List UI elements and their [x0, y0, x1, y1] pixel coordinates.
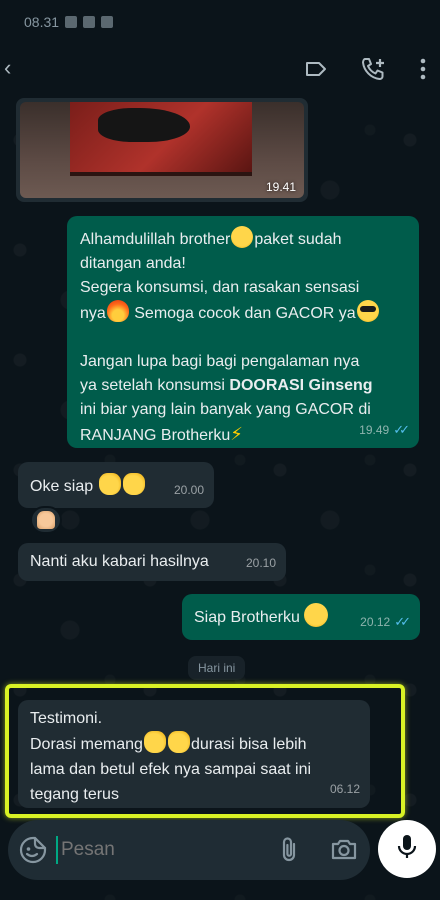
sunglasses-emoji	[356, 300, 379, 322]
incoming-message[interactable]: Nanti aku kabari hasilnya 20.10	[18, 543, 286, 581]
message-line: ditangan anda!	[80, 255, 186, 272]
status-bar: 08.31	[24, 14, 114, 30]
message-time: 19.41	[265, 180, 296, 194]
message-composer	[8, 820, 370, 880]
message-line: nya Semoga cocok dan GACOR ya	[80, 300, 407, 326]
message-line: ya setelah konsumsi DOORASI Ginseng	[80, 377, 373, 394]
message-line: ini biar yang lain banyak yang GACOR di	[80, 401, 371, 418]
date-divider: Hari ini	[188, 656, 246, 680]
notification-icon	[65, 16, 78, 28]
message-meta: 19.49 ✓✓	[359, 418, 410, 442]
reaction-badge[interactable]	[30, 506, 62, 534]
camera-icon[interactable]	[330, 836, 358, 867]
message-text: Siap Brotherku	[194, 609, 300, 626]
microphone-icon	[396, 833, 418, 866]
back-arrow-icon[interactable]: ‹	[4, 57, 18, 79]
thumbs-up-emoji	[122, 473, 145, 495]
fire-emoji	[106, 300, 129, 322]
message-time: 20.10	[245, 556, 276, 570]
product-photo[interactable]	[20, 102, 304, 198]
lightning-emoji: ⚡	[230, 424, 243, 444]
read-ticks-icon: ✓✓	[394, 614, 411, 629]
message-line	[80, 326, 407, 350]
hugging-face-emoji	[231, 226, 254, 248]
add-call-icon[interactable]	[360, 56, 388, 82]
message-line: RANJANG Brotherku⚡	[80, 424, 243, 444]
status-time: 08.31	[24, 14, 60, 30]
message-text: Nanti aku kabari hasilnya	[30, 553, 209, 570]
photo-message[interactable]: 19.41	[16, 98, 308, 202]
notification-icon	[101, 16, 114, 28]
photo-dark-shape	[98, 108, 190, 142]
label-icon[interactable]	[304, 59, 328, 79]
chat-header: 08.31 ‹	[0, 0, 440, 100]
message-line: Segera konsumsi, dan rasakan sensasi	[80, 279, 360, 296]
message-text: Oke siap	[30, 478, 94, 495]
smiling-face-emoji	[303, 603, 328, 627]
notification-icon	[83, 16, 96, 28]
folded-hands-emoji	[37, 511, 55, 529]
thumbs-up-emoji	[98, 473, 121, 495]
highlight-frame	[5, 684, 405, 818]
message-meta: 20.12 ✓✓	[360, 610, 411, 634]
message-time: 20.00	[173, 483, 204, 497]
more-options-icon[interactable]	[420, 58, 426, 80]
sticker-icon[interactable]	[18, 835, 48, 870]
message-line: Alhamdulillah brother paket sudah	[80, 226, 407, 252]
attach-icon[interactable]	[278, 836, 300, 869]
outgoing-message[interactable]: Alhamdulillah brother paket sudah ditanga…	[67, 216, 419, 448]
message-time: 20.12	[360, 615, 391, 629]
outgoing-message[interactable]: Siap Brotherku 20.12 ✓✓	[182, 594, 420, 640]
message-input[interactable]	[56, 836, 256, 864]
message-time: 19.49	[359, 423, 390, 437]
message-line: Jangan lupa bagi bagi pengalaman nya	[80, 353, 360, 370]
read-ticks-icon: ✓✓	[393, 422, 410, 437]
incoming-message[interactable]: Oke siap 20.00	[18, 462, 214, 508]
microphone-button[interactable]	[378, 820, 436, 878]
